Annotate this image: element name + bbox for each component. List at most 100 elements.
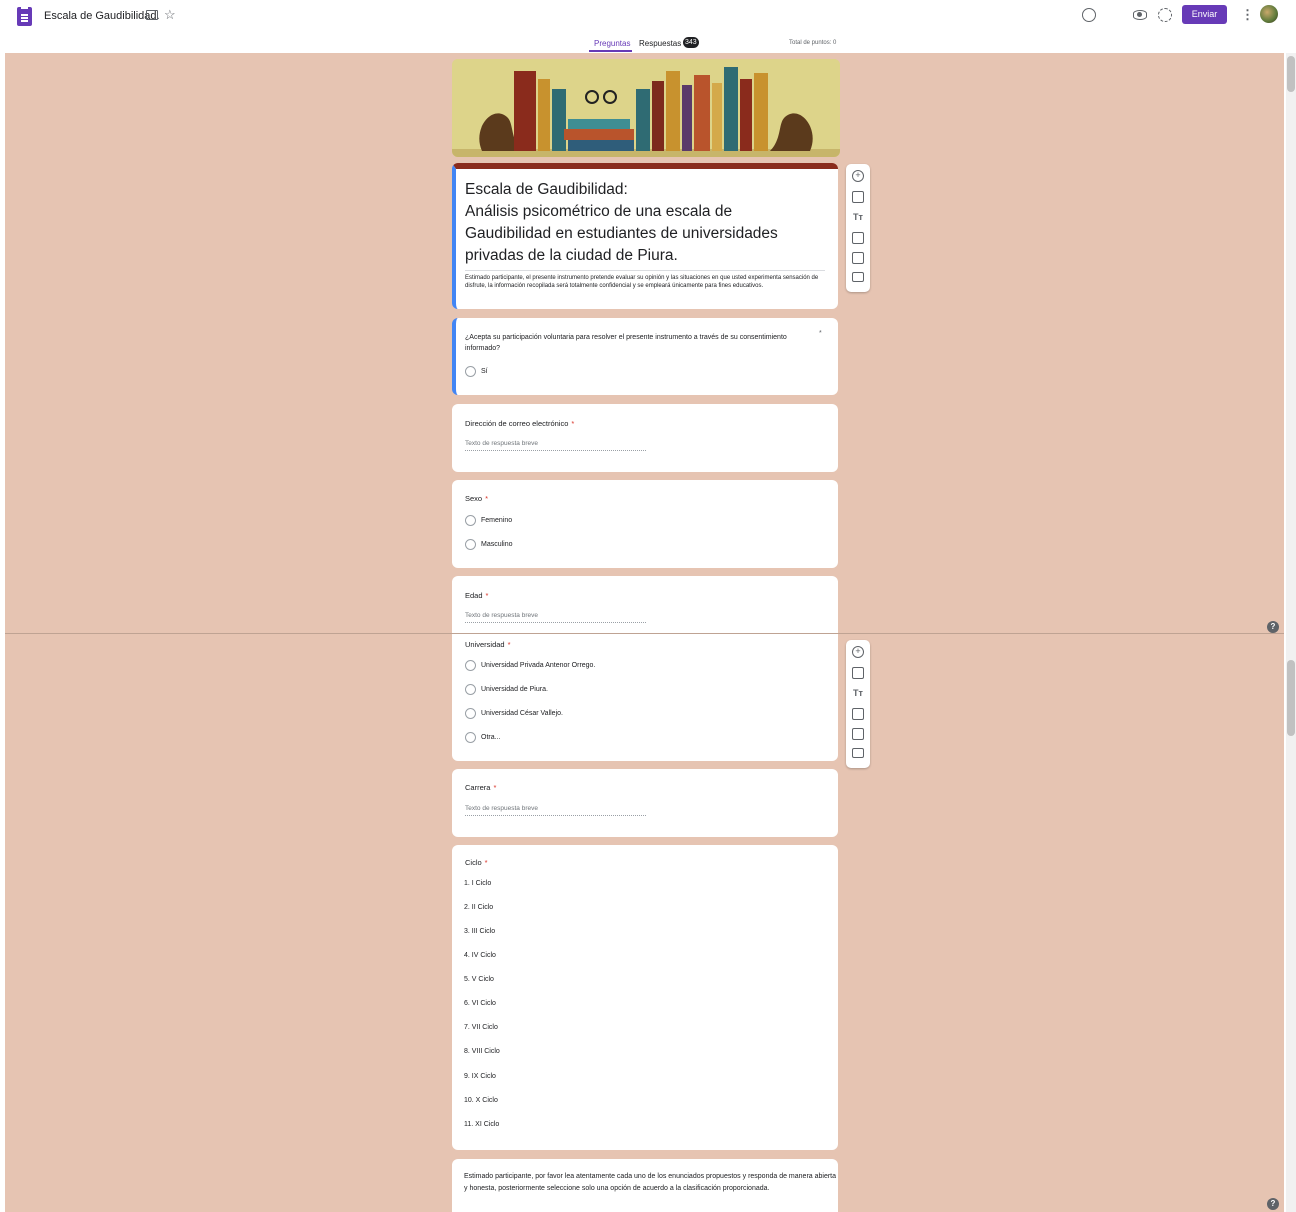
radio-option[interactable]: Masculino [465, 539, 513, 550]
form-title-line: Gaudibilidad en estudiantes de universid… [465, 225, 778, 242]
form-description[interactable]: Estimado participante, el presente instr… [465, 270, 825, 290]
question-card-sex[interactable]: Sexo * Femenino Masculino [452, 480, 838, 568]
list-option[interactable]: 2. II Ciclo [464, 904, 493, 911]
tab-questions[interactable]: Preguntas [594, 39, 630, 48]
question-text: Universidad [465, 640, 505, 649]
list-option[interactable]: 8. VIII Ciclo [464, 1048, 500, 1055]
list-option[interactable]: 7. VII Ciclo [464, 1024, 498, 1031]
add-title-icon[interactable]: Tт [852, 211, 864, 223]
instructions-card[interactable]: Estimado participante, por favor lea ate… [452, 1159, 838, 1212]
radio-option[interactable]: Universidad Privada Antenor Orrego. [465, 660, 595, 671]
form-title-line: Escala de Gaudibilidad: [465, 181, 628, 198]
radio-option[interactable]: Universidad de Piura. [465, 684, 548, 695]
list-option[interactable]: 5. V Ciclo [464, 976, 494, 983]
gear-icon[interactable] [1158, 8, 1172, 22]
form-title[interactable]: Escala de Gaudibilidad: Análisis psicomé… [465, 179, 833, 267]
radio-option[interactable]: Femenino [465, 515, 512, 526]
question-card-career[interactable]: Carrera * Texto de respuesta breve [452, 769, 838, 837]
option-label: Universidad Privada Antenor Orrego. [481, 662, 596, 669]
more-icon[interactable]: ⋮ [1241, 7, 1254, 23]
list-option[interactable]: 11. XI Ciclo [464, 1121, 499, 1128]
question-label: Edad * [465, 591, 488, 600]
question-label: Universidad * [465, 640, 511, 649]
radio-button[interactable] [465, 732, 476, 743]
question-card-cycle[interactable]: Ciclo * 1. I Ciclo 2. II Ciclo 3. III Cic… [452, 845, 838, 1150]
short-answer-field[interactable]: Texto de respuesta breve [465, 805, 646, 816]
help-icon[interactable]: ? [1267, 1198, 1279, 1210]
radio-button[interactable] [465, 708, 476, 719]
form-title-line: Análisis psicométrico de una escala de [465, 203, 733, 220]
list-option[interactable]: 4. IV Ciclo [464, 952, 496, 959]
radio-button[interactable] [465, 660, 476, 671]
header-image [452, 59, 840, 157]
radio-option[interactable]: Universidad César Vallejo. [465, 708, 563, 719]
question-card-university[interactable]: Universidad * Universidad Privada Antenor… [452, 634, 838, 761]
import-questions-icon[interactable] [852, 667, 864, 679]
radio-button[interactable] [465, 366, 476, 377]
side-toolbar: + Tт [846, 640, 870, 768]
books-illustration [452, 59, 840, 157]
required-asterisk: * [493, 783, 497, 792]
instructions-text: Estimado participante, por favor lea ate… [464, 1173, 837, 1192]
scrollbar-thumb[interactable] [1287, 56, 1295, 92]
list-option[interactable]: 3. III Ciclo [464, 928, 495, 935]
add-title-icon[interactable]: Tт [852, 687, 864, 699]
add-section-icon[interactable] [852, 272, 864, 282]
add-video-icon[interactable] [852, 728, 864, 740]
radio-button[interactable] [465, 515, 476, 526]
document-title[interactable]: Escala de Gaudibilidad. [44, 10, 160, 22]
help-icon[interactable]: ? [1267, 621, 1279, 633]
send-button[interactable]: Enviar [1182, 5, 1227, 24]
short-answer-field[interactable]: Texto de respuesta breve [465, 440, 646, 451]
tab-responses[interactable]: Respuestas [639, 39, 681, 48]
question-text: Edad [465, 591, 483, 600]
responses-count-badge: 343 [683, 37, 699, 48]
avatar[interactable] [1260, 5, 1278, 23]
active-tab-indicator [589, 50, 632, 52]
form-tabs: Preguntas Respuestas 343 Total de puntos… [0, 32, 1296, 53]
form-canvas: Escala de Gaudibilidad: Análisis psicomé… [5, 53, 1284, 1212]
side-toolbar: + Tт [846, 164, 870, 292]
question-card-email[interactable]: Dirección de correo electrónico * Texto d… [452, 404, 838, 472]
list-option[interactable]: 1. I Ciclo [464, 880, 491, 887]
option-label: Universidad César Vallejo. [481, 710, 563, 717]
forms-app-icon[interactable] [17, 7, 32, 26]
required-asterisk: * [485, 591, 489, 600]
add-video-icon[interactable] [852, 252, 864, 264]
folder-icon[interactable] [146, 10, 158, 20]
list-option[interactable]: 9. IX Ciclo [464, 1073, 496, 1080]
scrollbar-thumb[interactable] [1287, 660, 1295, 736]
add-question-icon[interactable]: + [852, 170, 864, 182]
add-section-icon[interactable] [852, 748, 864, 758]
radio-button[interactable] [465, 684, 476, 695]
question-text: Dirección de correo electrónico [465, 419, 569, 428]
add-image-icon[interactable] [852, 232, 864, 244]
import-questions-icon[interactable] [852, 191, 864, 203]
form-title-card[interactable]: Escala de Gaudibilidad: Análisis psicomé… [452, 163, 838, 309]
add-question-icon[interactable]: + [852, 646, 864, 658]
question-text: Carrera [465, 783, 491, 792]
question-label: Sexo * [465, 494, 488, 503]
required-asterisk: * [484, 858, 488, 867]
add-image-icon[interactable] [852, 708, 864, 720]
top-bar: Escala de Gaudibilidad. ☆ Enviar ⋮ [0, 0, 1296, 32]
list-option[interactable]: 10. X Ciclo [464, 1097, 498, 1104]
eye-icon[interactable] [1133, 10, 1147, 20]
radio-option[interactable]: Otra... [465, 732, 500, 743]
question-label: ¿Acepta su participación voluntaria para… [465, 334, 787, 352]
star-icon[interactable]: ☆ [164, 7, 176, 23]
question-card-age[interactable]: Edad * Texto de respuesta breve [452, 576, 838, 636]
question-label: Carrera * [465, 783, 496, 792]
required-asterisk: * [507, 640, 511, 649]
option-label: Otra... [481, 734, 501, 741]
question-card-consent[interactable]: ¿Acepta su participación voluntaria para… [452, 318, 838, 395]
list-option[interactable]: 6. VI Ciclo [464, 1000, 496, 1007]
scrollbar[interactable] [1286, 53, 1296, 1212]
palette-icon[interactable] [1082, 8, 1096, 22]
radio-option[interactable]: Sí [465, 366, 488, 377]
option-label: Masculino [481, 541, 513, 548]
total-points: Total de puntos: 0 [789, 40, 837, 46]
short-answer-field[interactable]: Texto de respuesta breve [465, 612, 646, 623]
option-label: Femenino [481, 517, 513, 524]
radio-button[interactable] [465, 539, 476, 550]
